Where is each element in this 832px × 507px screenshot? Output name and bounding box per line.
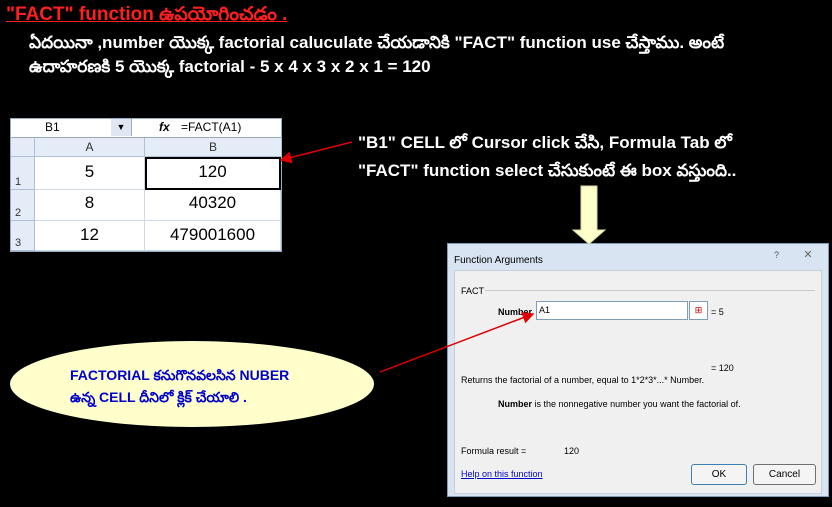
annotation-arrows	[279, 141, 607, 373]
arrow-to-number-input	[379, 312, 535, 373]
down-arrow-icon	[571, 185, 607, 245]
arrow-to-cell-b1	[279, 141, 353, 164]
